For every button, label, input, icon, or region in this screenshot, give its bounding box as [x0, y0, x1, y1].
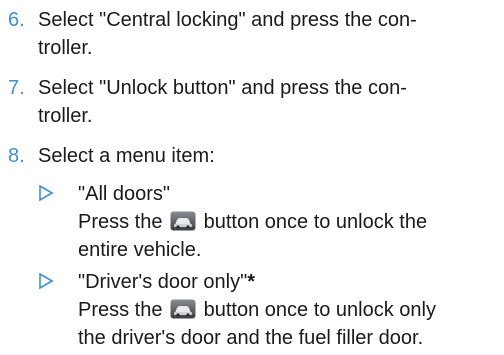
option-instruction: Press the button once to unlock only [78, 296, 498, 324]
car-unlock-button-icon [170, 211, 196, 231]
option-title: "Driver's door only"* [78, 268, 498, 296]
instruction-text: Press the [78, 211, 163, 233]
option-text: "All doors" Press the button once to unl… [78, 180, 498, 264]
triangle-outline-icon [39, 273, 54, 289]
instruction-text: button once to unlock the [203, 211, 428, 233]
triangle-outline-icon [39, 185, 54, 201]
option-title-text: "Driver's door only" [78, 271, 248, 293]
step-line: Select "Unlock button" and press the con… [38, 77, 407, 99]
step-line: Select a menu item: [38, 145, 215, 167]
option-line: the driver's door and the fuel filler do… [78, 327, 424, 349]
option-text: "Driver's door only"* Press the button o… [78, 268, 498, 352]
step-text: Select "Unlock button" and press the con… [38, 74, 498, 130]
step-line: Select "Central locking" and press the c… [38, 9, 417, 31]
car-unlock-button-icon [170, 299, 196, 319]
step-number: 8. [8, 145, 25, 167]
manual-page: 6. Select "Central locking" and press th… [0, 0, 504, 355]
asterisk-mark: * [247, 271, 255, 293]
step-text: Select a menu item: [38, 142, 498, 170]
step-text: Select "Central locking" and press the c… [38, 6, 498, 62]
instruction-text: button once to unlock only [203, 299, 436, 321]
step-number: 7. [8, 77, 25, 99]
option-line: entire vehicle. [78, 239, 202, 261]
step-line: troller. [38, 37, 93, 59]
option-title: "All doors" [78, 183, 171, 205]
instruction-text: Press the [78, 299, 163, 321]
step-number: 6. [8, 9, 25, 31]
option-instruction: Press the button once to unlock the [78, 208, 498, 236]
step-line: troller. [38, 105, 93, 127]
